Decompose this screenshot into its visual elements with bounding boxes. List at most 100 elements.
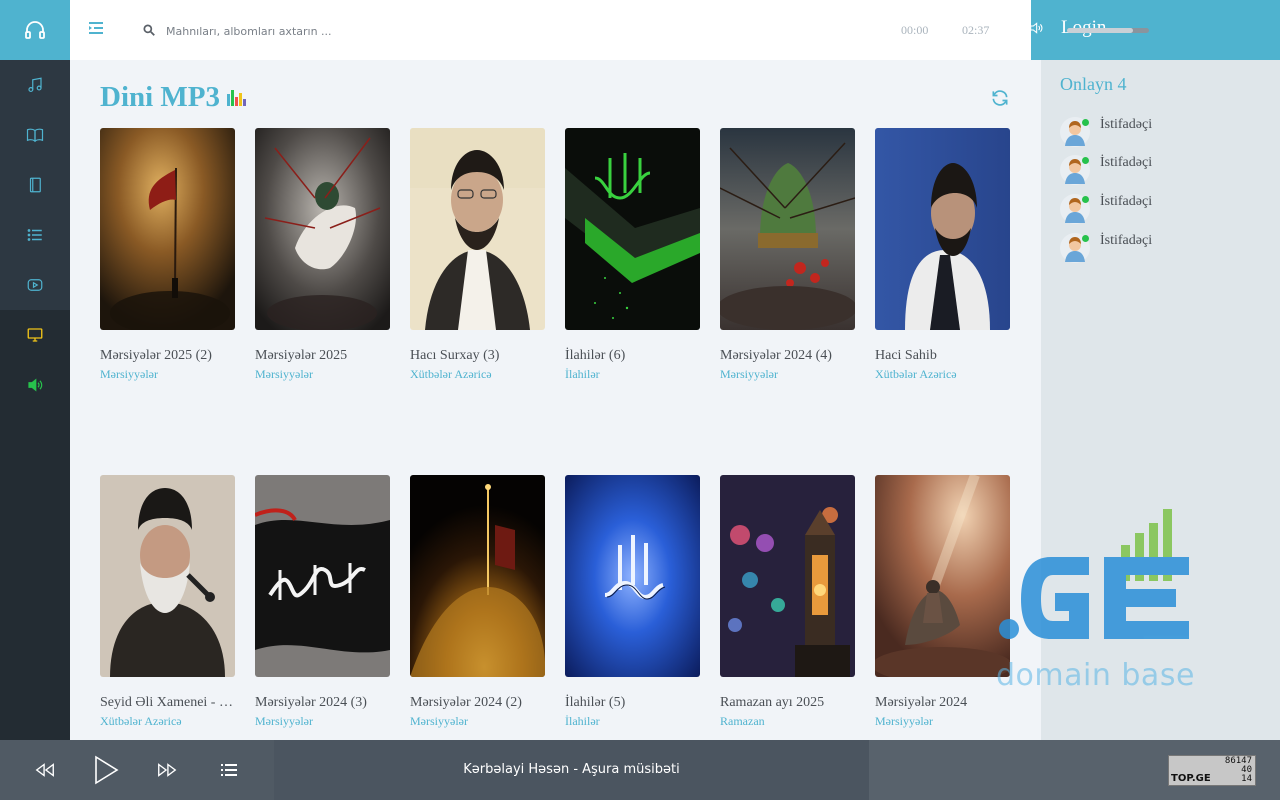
volume-icon — [1030, 22, 1043, 34]
user-name[interactable]: İstifadəçi — [1100, 117, 1152, 133]
sidebar-item-video[interactable] — [0, 260, 70, 310]
now-playing-title: Kərbəlayi Həsən - Aşura müsibəti — [463, 762, 680, 777]
headphones-icon — [25, 21, 45, 39]
play-button[interactable] — [85, 740, 127, 800]
album-category[interactable]: İlahilər — [565, 367, 700, 382]
equalizer-icon — [227, 90, 246, 106]
album-category[interactable]: Mərsiyyələr — [875, 714, 1010, 729]
video-play-icon — [27, 279, 43, 291]
album-category[interactable]: Mərsiyyələr — [255, 367, 390, 382]
album-cover[interactable] — [255, 475, 390, 677]
album-cover[interactable] — [875, 128, 1010, 330]
counter-brand: TOP.GE — [1171, 773, 1211, 784]
album-card[interactable]: Seyid Əli Xamenei - Xütbələr Xütbələr Az… — [100, 475, 235, 729]
search-input[interactable] — [166, 18, 526, 44]
album-card[interactable]: Hacı Surxay (3) Xütbələr Azəricə — [410, 128, 545, 382]
rewind-icon — [35, 763, 54, 777]
album-category[interactable]: Xütbələr Azəricə — [875, 367, 1010, 382]
topge-counter-badge[interactable]: 86147 40 14 TOP.GE — [1168, 755, 1256, 786]
book-icon — [26, 128, 44, 143]
album-card[interactable]: İlahilər (6) İlahilər — [565, 128, 700, 382]
album-title[interactable]: Mərsiyələr 2025 (2) — [100, 347, 235, 365]
album-cover[interactable] — [255, 128, 390, 330]
audio-player: Kərbəlayi Həsən - Aşura müsibəti — [0, 740, 1280, 800]
online-count-title: Onlayn 4 — [1060, 74, 1127, 94]
top-bar — [70, 0, 1031, 60]
album-cover[interactable] — [410, 475, 545, 677]
current-time: 00:00 — [901, 23, 929, 37]
now-playing-area[interactable]: Kərbəlayi Həsən - Aşura müsibəti — [274, 740, 869, 800]
album-card[interactable]: Mərsiyələr 2024 (3) Mərsiyyələr — [255, 475, 390, 729]
previous-button[interactable] — [25, 740, 65, 800]
album-card[interactable]: Haci Sahib Xütbələr Azəricə — [875, 128, 1010, 382]
refresh-button[interactable] — [990, 88, 1010, 108]
album-category[interactable]: Mərsiyyələr — [255, 714, 390, 729]
album-title[interactable]: İlahilər (5) — [565, 694, 700, 712]
album-card[interactable]: Mərsiyələr 2025 Mərsiyyələr — [255, 128, 390, 382]
online-user[interactable]: İstifadəçi — [1060, 193, 1260, 227]
volume-slider[interactable] — [1067, 28, 1149, 33]
album-title[interactable]: Mərsiyələr 2024 (4) — [720, 347, 855, 365]
online-status-dot — [1082, 157, 1089, 164]
album-title[interactable]: Seyid Əli Xamenei - Xütbələr — [100, 694, 235, 712]
domain-base-watermark-text: domain base — [996, 658, 1195, 693]
album-cover[interactable] — [100, 128, 235, 330]
online-user[interactable]: İstifadəçi — [1060, 232, 1260, 266]
play-icon — [95, 755, 119, 785]
album-category[interactable]: Xütbələr Azəricə — [410, 367, 545, 382]
album-cover[interactable] — [100, 475, 235, 677]
total-time: 02:37 — [962, 23, 990, 37]
online-user[interactable]: İstifadəçi — [1060, 154, 1260, 188]
main-content: Dini MP3 Mərsiyələr 2025 (2) Mərsiyyələr… — [70, 60, 1041, 740]
sidebar-item-book[interactable] — [0, 110, 70, 160]
album-category[interactable]: Mərsiyyələr — [410, 714, 545, 729]
album-title[interactable]: Mərsiyələr 2025 — [255, 347, 390, 365]
album-cover[interactable] — [565, 475, 700, 677]
sidebar-item-music[interactable] — [0, 60, 70, 110]
album-card[interactable]: Mərsiyələr 2024 (2) Mərsiyyələr — [410, 475, 545, 729]
player-controls — [0, 740, 274, 800]
album-card[interactable]: Mərsiyələr 2024 Mərsiyyələr — [875, 475, 1010, 729]
album-title[interactable]: İlahilər (6) — [565, 347, 700, 365]
playlist-icon — [221, 764, 237, 776]
album-title[interactable]: Haci Sahib — [875, 347, 1010, 365]
user-name[interactable]: İstifadəçi — [1100, 155, 1152, 171]
sidebar-item-monitor[interactable] — [0, 310, 70, 360]
album-card[interactable]: Ramazan ayı 2025 Ramazan — [720, 475, 855, 729]
logo-headphones[interactable] — [0, 0, 70, 60]
album-card[interactable]: Mərsiyələr 2024 (4) Mərsiyyələr — [720, 128, 855, 382]
sidebar-item-speaker[interactable] — [0, 360, 70, 410]
album-title[interactable]: Mərsiyələr 2024 — [875, 694, 1010, 712]
album-category[interactable]: İlahilər — [565, 714, 700, 729]
album-card[interactable]: Mərsiyələr 2025 (2) Mərsiyyələr — [100, 128, 235, 382]
album-category[interactable]: Xütbələr Azəricə — [100, 714, 235, 729]
next-button[interactable] — [147, 740, 187, 800]
online-user[interactable]: İstifadəçi — [1060, 116, 1260, 150]
album-cover[interactable] — [720, 128, 855, 330]
album-category[interactable]: Mərsiyyələr — [720, 367, 855, 382]
menu-indent-icon — [89, 22, 103, 34]
album-card[interactable]: İlahilər (5) İlahilər — [565, 475, 700, 729]
album-category[interactable]: Mərsiyyələr — [100, 367, 235, 382]
menu-toggle-button[interactable] — [88, 20, 108, 40]
album-category[interactable]: Ramazan — [720, 714, 855, 729]
album-cover[interactable] — [410, 128, 545, 330]
album-cover[interactable] — [875, 475, 1010, 677]
album-cover[interactable] — [565, 128, 700, 330]
sidebar-item-notebook[interactable] — [0, 160, 70, 210]
playlist-button[interactable] — [212, 740, 246, 800]
volume-button[interactable] — [1028, 20, 1046, 38]
page-title: Dini MP3 — [100, 81, 221, 113]
album-title[interactable]: Mərsiyələr 2024 (3) — [255, 694, 390, 712]
user-name[interactable]: İstifadəçi — [1100, 194, 1152, 210]
album-title[interactable]: Ramazan ayı 2025 — [720, 694, 855, 712]
online-status-dot — [1082, 235, 1089, 242]
album-title[interactable]: Hacı Surxay (3) — [410, 347, 545, 365]
album-cover[interactable] — [720, 475, 855, 677]
album-title[interactable]: Mərsiyələr 2024 (2) — [410, 694, 545, 712]
search-icon[interactable] — [142, 22, 158, 38]
refresh-icon — [992, 90, 1008, 106]
user-name[interactable]: İstifadəçi — [1100, 233, 1152, 249]
sidebar-item-list[interactable] — [0, 210, 70, 260]
list-icon — [27, 229, 42, 241]
